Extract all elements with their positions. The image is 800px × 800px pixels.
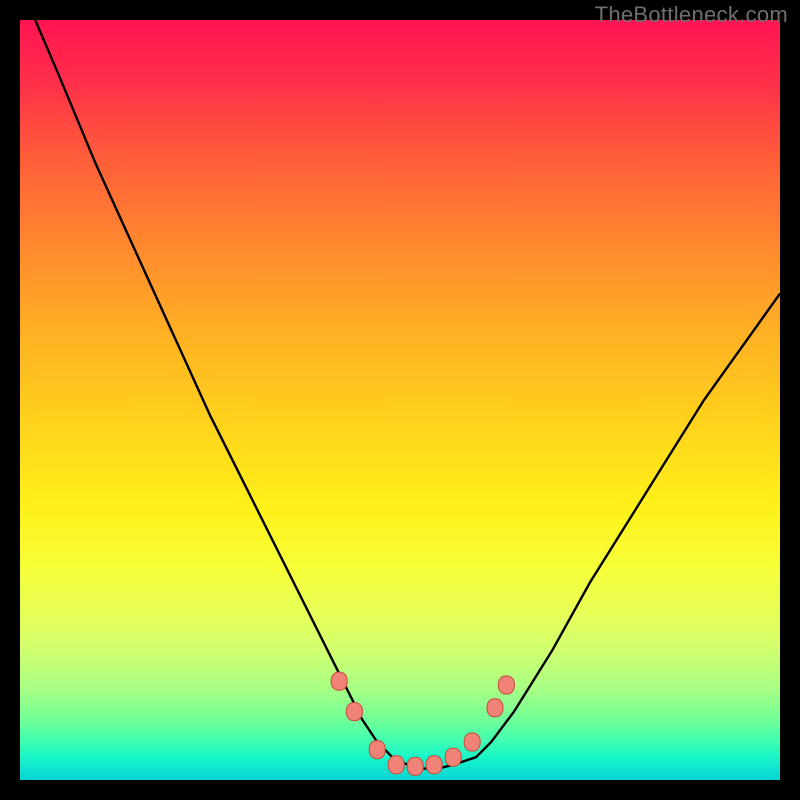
watermark-text: TheBottleneck.com bbox=[595, 2, 788, 28]
plot-background bbox=[20, 20, 780, 780]
chart-frame: TheBottleneck.com bbox=[0, 0, 800, 800]
